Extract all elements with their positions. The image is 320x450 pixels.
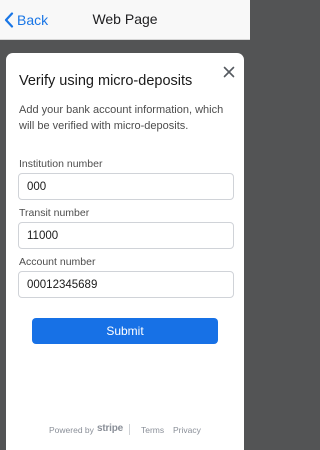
close-icon[interactable]	[223, 66, 235, 78]
powered-by-text: Powered by	[49, 425, 94, 435]
navigation-bar: Back Web Page	[0, 0, 250, 40]
verification-modal: Verify using micro-deposits Add your ban…	[6, 53, 244, 450]
account-number-label: Account number	[19, 256, 96, 268]
modal-description: Add your bank account information, which…	[19, 104, 224, 132]
footer-divider	[129, 424, 130, 435]
modal-footer: Powered by stripe Terms Privacy	[6, 423, 244, 437]
privacy-link[interactable]: Privacy	[173, 425, 201, 435]
modal-title: Verify using micro-deposits	[19, 73, 193, 89]
transit-number-input[interactable]	[18, 222, 234, 249]
account-number-input[interactable]	[18, 271, 234, 298]
transit-number-label: Transit number	[19, 207, 90, 219]
submit-button[interactable]: Submit	[32, 318, 218, 344]
institution-number-input[interactable]	[18, 173, 234, 200]
stripe-logo: stripe	[97, 423, 124, 434]
institution-number-label: Institution number	[19, 158, 103, 170]
page-title: Web Page	[92, 11, 158, 27]
terms-link[interactable]: Terms	[141, 425, 164, 435]
